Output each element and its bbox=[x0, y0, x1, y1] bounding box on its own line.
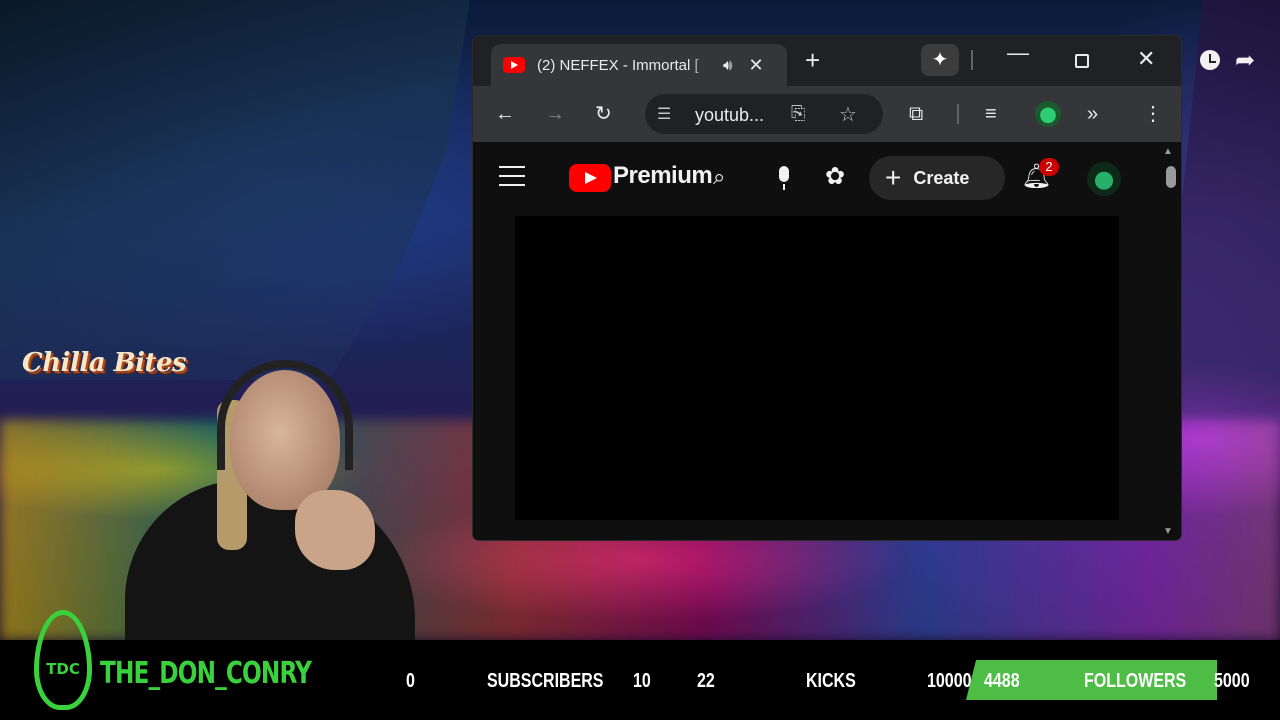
address-bar[interactable]: ☰ youtub... ⎘ ☆ bbox=[645, 94, 883, 134]
kicks-goal: 10000 bbox=[927, 670, 972, 692]
kicks-label: KICKS bbox=[806, 670, 856, 692]
followers-label: FOLLOWERS bbox=[1084, 670, 1187, 692]
stream-info-bar: TDC THE_DON_CONRY 0 SUBSCRIBERS 10 22 KI… bbox=[0, 610, 1280, 720]
scroll-up-arrow-icon[interactable]: ▲ bbox=[1163, 146, 1173, 157]
search-icon[interactable]: ⌕ bbox=[713, 164, 725, 190]
scrollbar-thumb[interactable] bbox=[1166, 166, 1176, 188]
gemini-button[interactable]: ✦ bbox=[921, 44, 959, 76]
reload-icon[interactable]: ↻ bbox=[595, 102, 612, 126]
youtube-logo-icon[interactable] bbox=[569, 164, 611, 192]
followers-goal-bar: 4488 FOLLOWERS 5000 bbox=[966, 660, 1250, 700]
tab-strip: (2) NEFFEX - Immortal [ 🔊︎ ✕ + ✦ — ✕ bbox=[473, 36, 1181, 86]
sparkle-icon: ✦ bbox=[931, 49, 949, 71]
youtube-favicon-icon bbox=[503, 57, 525, 73]
followers-count: 4488 bbox=[984, 670, 1020, 692]
cliff-left bbox=[0, 0, 470, 380]
followers-goal: 5000 bbox=[1214, 670, 1250, 692]
webcam-person-hand bbox=[295, 490, 375, 570]
create-label: Create bbox=[913, 167, 970, 188]
bookmark-star-icon[interactable]: ☆ bbox=[839, 102, 857, 127]
browser-window: (2) NEFFEX - Immortal [ 🔊︎ ✕ + ✦ — ✕ ← →… bbox=[473, 36, 1181, 540]
subscribers-goal: 10 bbox=[633, 670, 651, 692]
tdc-logo-text: TDC bbox=[46, 660, 80, 678]
forward-arrow-icon[interactable]: → bbox=[545, 102, 565, 126]
tabstrip-divider bbox=[971, 50, 973, 70]
headset-icon bbox=[217, 360, 353, 470]
channel-name: THE_DON_CONRY bbox=[100, 656, 312, 691]
plus-icon: + bbox=[805, 45, 821, 75]
media-playlist-icon[interactable]: ≡ bbox=[985, 102, 997, 126]
minimize-button[interactable]: — bbox=[1007, 40, 1029, 66]
chevron-double-right-icon[interactable]: » bbox=[1087, 102, 1098, 126]
notification-count-badge: 2 bbox=[1039, 158, 1059, 176]
maximize-button[interactable] bbox=[1075, 54, 1089, 68]
browser-toolbar: ← → ↻ ☰ youtub... ⎘ ☆ ⧉ ≡ » ⋮ bbox=[473, 86, 1181, 142]
kebab-menu-icon[interactable]: ⋮ bbox=[1143, 102, 1163, 126]
subscribers-label: SUBSCRIBERS bbox=[487, 670, 604, 692]
scroll-down-arrow-icon[interactable]: ▼ bbox=[1163, 526, 1173, 537]
window-close-button[interactable]: ✕ bbox=[1137, 46, 1155, 72]
toolbar-divider bbox=[957, 104, 959, 124]
install-app-icon[interactable]: ⎘ bbox=[791, 103, 805, 124]
site-info-icon[interactable]: ☰ bbox=[657, 104, 671, 124]
volume-icon[interactable]: 🔊︎ bbox=[723, 57, 732, 74]
cliff-right bbox=[1170, 0, 1280, 420]
share-arrow-icon[interactable]: ➦ bbox=[1235, 46, 1255, 75]
clock-icon[interactable] bbox=[1200, 50, 1220, 70]
page-scrollbar[interactable] bbox=[1163, 142, 1181, 540]
youtube-premium-wordmark[interactable]: Premium bbox=[613, 162, 713, 190]
back-arrow-icon[interactable]: ← bbox=[495, 102, 515, 126]
extensions-puzzle-icon[interactable]: ⧉ bbox=[909, 102, 923, 126]
new-tab-button[interactable]: + bbox=[805, 46, 820, 74]
plus-icon: + bbox=[885, 162, 902, 193]
create-button[interactable]: + Create bbox=[869, 156, 1005, 200]
tab-close-icon[interactable]: ✕ bbox=[748, 55, 763, 76]
webcam-feed bbox=[105, 360, 425, 650]
ask-sparkle-icon[interactable]: ✿ bbox=[825, 162, 845, 191]
youtube-account-avatar[interactable] bbox=[1087, 162, 1121, 196]
video-player[interactable] bbox=[515, 216, 1119, 520]
hamburger-menu-icon[interactable] bbox=[499, 166, 525, 186]
tab-title: (2) NEFFEX - Immortal [ bbox=[537, 56, 699, 74]
address-bar-url: youtub... bbox=[695, 105, 765, 125]
browser-tab-active[interactable]: (2) NEFFEX - Immortal [ 🔊︎ ✕ bbox=[491, 44, 787, 86]
browser-profile-avatar[interactable] bbox=[1035, 101, 1061, 127]
kicks-count: 22 bbox=[697, 670, 715, 692]
youtube-page: Premium ⌕ ✿ + Create 🔔︎ 2 ▲ ▼ bbox=[473, 142, 1181, 540]
subscribers-count: 0 bbox=[406, 670, 415, 692]
microphone-icon[interactable] bbox=[775, 166, 793, 190]
tdc-channel-logo: TDC bbox=[28, 610, 98, 720]
chilla-bites-logo: Chilla Bites bbox=[22, 348, 187, 378]
